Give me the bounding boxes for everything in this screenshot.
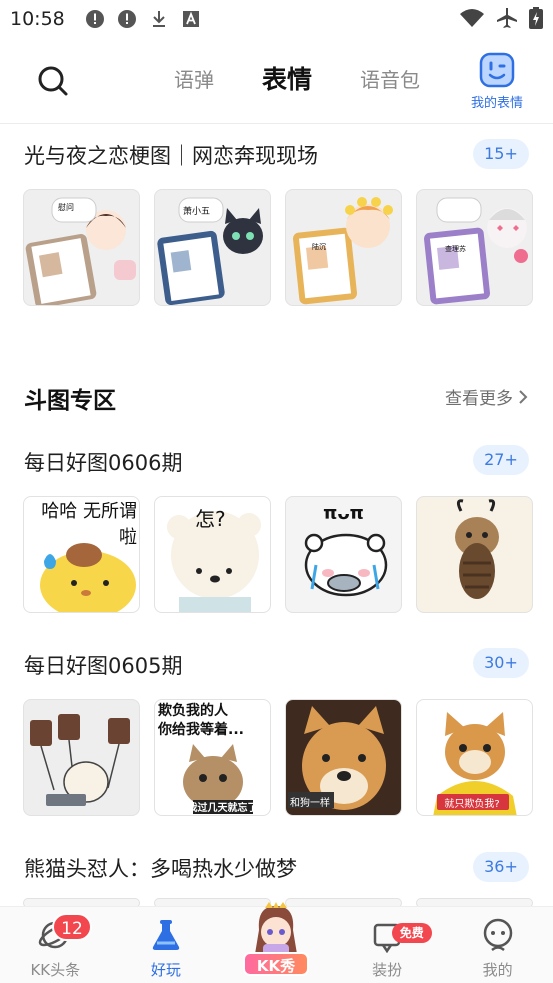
my-emoji-label: 我的表情: [470, 96, 523, 111]
tab-bar: 语弹 表情 语音包: [150, 64, 444, 100]
alert-circle-icon: [117, 9, 137, 29]
see-more-label: 查看更多: [445, 389, 513, 409]
section-heading: 斗图专区: [24, 388, 116, 414]
daily-thumb-row: 欺负我的人 你给我等着... 我过几天就忘了 和狗一样 就只欺负我?: [23, 699, 533, 816]
free-badge: 免费: [391, 923, 432, 943]
emoji-thumb[interactable]: 和狗一样: [285, 699, 402, 816]
search-button[interactable]: [36, 64, 70, 98]
notification-badge: 12: [52, 913, 92, 941]
emoji-thumb[interactable]: [416, 496, 533, 613]
emoji-thumb[interactable]: 哈哈 无所谓 啦: [23, 496, 140, 613]
emoji-face-icon: [479, 52, 515, 88]
featured-count-badge[interactable]: 15+: [473, 139, 529, 169]
nav-label: KK头条: [30, 961, 81, 979]
emoji-thumb[interactable]: πᴗπ: [285, 496, 402, 613]
nav-wode[interactable]: 我的: [442, 907, 553, 983]
battery-charging-icon: [529, 7, 543, 29]
flask-icon: [148, 917, 184, 953]
daily-thumb-row: 哈哈 无所谓 啦 怎? πᴗπ: [23, 496, 533, 613]
kk-show-label: KK秀: [243, 952, 309, 976]
search-icon: [38, 66, 68, 96]
tab-biaoqing[interactable]: 表情: [238, 60, 336, 100]
nav-label: 好玩: [150, 961, 181, 979]
thumb-caption: 怎?: [195, 507, 226, 531]
status-time: 10:58: [10, 8, 65, 30]
thumb-subcaption: 和狗一样: [290, 798, 330, 809]
nav-haowan[interactable]: 好玩: [111, 907, 222, 983]
thumb-subcaption: 我过几天就忘了: [187, 803, 258, 814]
featured-thumb-row: 慰问 萧小五 陆沉 查理苏: [23, 189, 533, 306]
alert-circle-icon: [85, 9, 105, 29]
daily-row-count-badge[interactable]: 30+: [473, 648, 529, 678]
daily-row-title[interactable]: 每日好图0605期: [24, 650, 182, 680]
tab-yudan[interactable]: 语弹: [150, 64, 238, 100]
featured-title[interactable]: 光与夜之恋梗图｜网恋奔现现场: [24, 140, 318, 170]
emoji-thumb[interactable]: 萧小五: [154, 189, 271, 306]
profile-face-icon: [480, 917, 516, 953]
airplane-icon: [495, 8, 519, 28]
thumb-caption: 陆沉: [312, 243, 326, 251]
thumb-subcaption: 就只欺负我?: [444, 799, 500, 810]
emoji-thumb[interactable]: 怎?: [154, 496, 271, 613]
thumb-caption: 哈哈 无所谓 啦: [41, 501, 137, 548]
anime-avatar-icon: [255, 902, 297, 958]
nav-label: 装扮: [372, 961, 403, 979]
daily-row-count-badge[interactable]: 27+: [473, 445, 529, 475]
status-notification-icons: [85, 9, 201, 29]
see-more-link[interactable]: 查看更多: [445, 384, 529, 409]
thumb-caption: πᴗπ: [323, 503, 364, 524]
status-bar: 10:58: [0, 0, 553, 38]
emoji-thumb[interactable]: 查理苏: [416, 189, 533, 306]
kk-show-button[interactable]: KK秀: [243, 900, 309, 980]
status-system-icons: [459, 7, 543, 29]
emoji-thumb[interactable]: [23, 699, 140, 816]
thumb-caption: 萧小五: [183, 207, 211, 217]
nav-zhuangban[interactable]: 装扮 免费: [332, 907, 443, 983]
my-emoji-button[interactable]: 我的表情: [465, 52, 529, 111]
chevron-right-icon: [519, 389, 528, 404]
nav-label: 我的: [482, 961, 513, 979]
emoji-thumb[interactable]: 欺负我的人 你给我等着... 我过几天就忘了: [154, 699, 271, 816]
download-icon: [149, 9, 169, 29]
wifi-icon: [459, 8, 485, 28]
nav-kk-toutiao[interactable]: KK头条 12: [0, 907, 111, 983]
emoji-thumb[interactable]: 慰问: [23, 189, 140, 306]
thumb-caption: 查理苏: [445, 245, 466, 253]
emoji-thumb[interactable]: 就只欺负我?: [416, 699, 533, 816]
font-icon: [181, 9, 201, 29]
emoji-thumb[interactable]: 陆沉: [285, 189, 402, 306]
panda-row-count-badge[interactable]: 36+: [473, 852, 529, 882]
panda-row-title[interactable]: 熊猫头怼人：多喝热水少做梦: [24, 853, 297, 883]
daily-row-title[interactable]: 每日好图0606期: [24, 447, 182, 477]
thumb-caption: 慰问: [58, 203, 74, 212]
tab-yuyinbao[interactable]: 语音包: [336, 64, 444, 100]
top-nav: 语弹 表情 语音包 我的表情: [0, 38, 553, 124]
